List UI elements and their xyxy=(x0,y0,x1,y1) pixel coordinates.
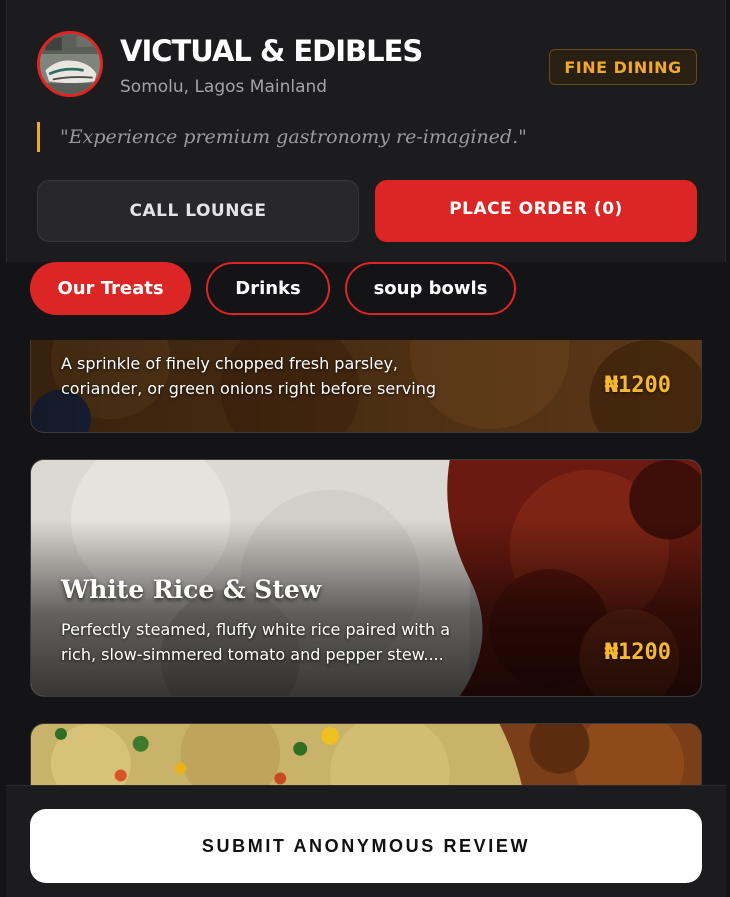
tab-drinks[interactable]: Drinks xyxy=(206,262,330,315)
menu-item-description: A sprinkle of finely chopped fresh parsl… xyxy=(61,354,437,398)
restaurant-name: VICTUAL & EDIBLES xyxy=(120,34,423,68)
category-badge: FINE DINING xyxy=(549,49,697,85)
tab-label: soup bowls xyxy=(373,278,488,299)
category-tabs: Our Treats Drinks soup bowls xyxy=(0,262,730,340)
restaurant-avatar xyxy=(37,31,103,97)
footer-bar: SUBMIT ANONYMOUS REVIEW xyxy=(6,785,726,897)
restaurant-header: VICTUAL & EDIBLES Somolu, Lagos Mainland… xyxy=(6,0,726,272)
menu-item-card[interactable] xyxy=(30,723,702,785)
restaurant-tagline: "Experience premium gastronomy re-imagin… xyxy=(37,122,527,152)
tab-label: Drinks xyxy=(235,278,301,299)
tab-label: Our Treats xyxy=(57,278,164,299)
menu-item-price: ₦1200 xyxy=(604,640,671,665)
tab-soup-bowls[interactable]: soup bowls xyxy=(345,262,516,315)
menu-item-title: White Rice & Stew xyxy=(61,575,322,604)
menu-list: A sprinkle of finely chopped fresh parsl… xyxy=(0,340,730,785)
menu-item-description: Perfectly steamed, fluffy white rice pai… xyxy=(61,620,451,664)
tab-our-treats[interactable]: Our Treats xyxy=(30,262,191,315)
call-lounge-button[interactable]: CALL LOUNGE xyxy=(37,180,359,242)
place-order-button[interactable]: PLACE ORDER (0) xyxy=(375,180,697,242)
menu-item-card[interactable]: White Rice & Stew Perfectly steamed, flu… xyxy=(30,459,702,697)
menu-item-price: ₦1200 xyxy=(604,373,671,398)
restaurant-location: Somolu, Lagos Mainland xyxy=(120,77,328,97)
menu-item-card[interactable]: A sprinkle of finely chopped fresh parsl… xyxy=(30,340,702,433)
app-root: VICTUAL & EDIBLES Somolu, Lagos Mainland… xyxy=(0,0,730,897)
fried-rice-image xyxy=(31,724,701,785)
submit-review-button[interactable]: SUBMIT ANONYMOUS REVIEW xyxy=(30,809,702,883)
